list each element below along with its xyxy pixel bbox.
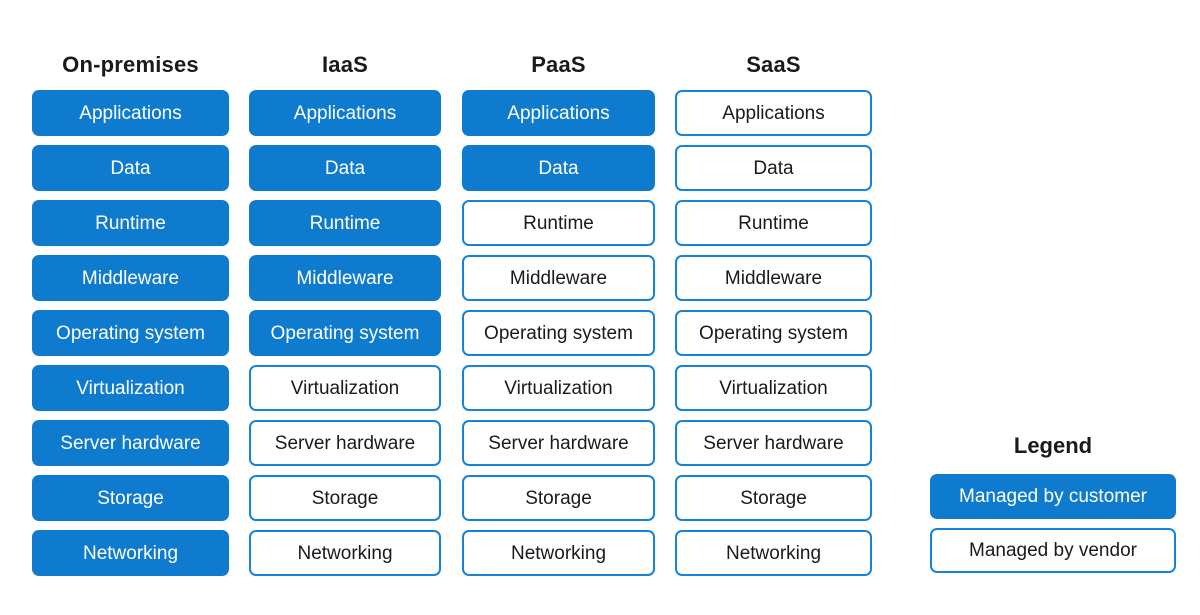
legend-title: Legend (1013, 433, 1093, 458)
layer-stack-saas: Applications Data Runtime Middleware Ope… (675, 90, 872, 576)
layer-runtime[interactable]: Runtime (32, 200, 229, 246)
layer-networking[interactable]: Networking (462, 530, 655, 576)
layer-server-hardware[interactable]: Server hardware (675, 420, 872, 466)
layer-virtualization[interactable]: Virtualization (675, 365, 872, 411)
column-paas: PaaS Applications Data Runtime Middlewar… (462, 48, 655, 576)
layer-applications[interactable]: Applications (675, 90, 872, 136)
layer-operating-system[interactable]: Operating system (675, 310, 872, 356)
legend-item-managed-by-vendor[interactable]: Managed by vendor (930, 528, 1176, 573)
layer-server-hardware[interactable]: Server hardware (462, 420, 655, 466)
layer-middleware[interactable]: Middleware (462, 255, 655, 301)
layer-runtime[interactable]: Runtime (675, 200, 872, 246)
legend-items: Managed by customer Managed by vendor (930, 474, 1176, 573)
legend-item-managed-by-customer[interactable]: Managed by customer (930, 474, 1176, 519)
layer-runtime[interactable]: Runtime (462, 200, 655, 246)
layer-applications[interactable]: Applications (32, 90, 229, 136)
column-on-premises: On-premises Applications Data Runtime Mi… (32, 48, 229, 576)
layer-middleware[interactable]: Middleware (249, 255, 441, 301)
layer-virtualization[interactable]: Virtualization (462, 365, 655, 411)
layer-storage[interactable]: Storage (32, 475, 229, 521)
layer-stack-iaas: Applications Data Runtime Middleware Ope… (249, 90, 441, 576)
layer-storage[interactable]: Storage (462, 475, 655, 521)
column-header-on-premises: On-premises (62, 52, 199, 77)
layer-middleware[interactable]: Middleware (32, 255, 229, 301)
layer-data[interactable]: Data (249, 145, 441, 191)
column-iaas: IaaS Applications Data Runtime Middlewar… (249, 48, 441, 576)
layer-networking[interactable]: Networking (32, 530, 229, 576)
layer-stack-on-premises: Applications Data Runtime Middleware Ope… (32, 90, 229, 576)
layer-data[interactable]: Data (32, 145, 229, 191)
layer-runtime[interactable]: Runtime (249, 200, 441, 246)
layer-stack-paas: Applications Data Runtime Middleware Ope… (462, 90, 655, 576)
layer-operating-system[interactable]: Operating system (249, 310, 441, 356)
column-header-saas: SaaS (746, 52, 801, 77)
layer-applications[interactable]: Applications (462, 90, 655, 136)
layer-applications[interactable]: Applications (249, 90, 441, 136)
column-header-paas: PaaS (531, 52, 586, 77)
layer-networking[interactable]: Networking (675, 530, 872, 576)
layer-data[interactable]: Data (462, 145, 655, 191)
responsibility-diagram: On-premises Applications Data Runtime Mi… (0, 0, 1200, 615)
legend: Legend Managed by customer Managed by ve… (930, 428, 1176, 573)
layer-storage[interactable]: Storage (675, 475, 872, 521)
layer-storage[interactable]: Storage (249, 475, 441, 521)
layer-operating-system[interactable]: Operating system (32, 310, 229, 356)
layer-middleware[interactable]: Middleware (675, 255, 872, 301)
layer-server-hardware[interactable]: Server hardware (32, 420, 229, 466)
layer-virtualization[interactable]: Virtualization (249, 365, 441, 411)
column-saas: SaaS Applications Data Runtime Middlewar… (675, 48, 872, 576)
layer-operating-system[interactable]: Operating system (462, 310, 655, 356)
layer-networking[interactable]: Networking (249, 530, 441, 576)
column-header-iaas: IaaS (321, 52, 369, 77)
layer-data[interactable]: Data (675, 145, 872, 191)
layer-server-hardware[interactable]: Server hardware (249, 420, 441, 466)
layer-virtualization[interactable]: Virtualization (32, 365, 229, 411)
